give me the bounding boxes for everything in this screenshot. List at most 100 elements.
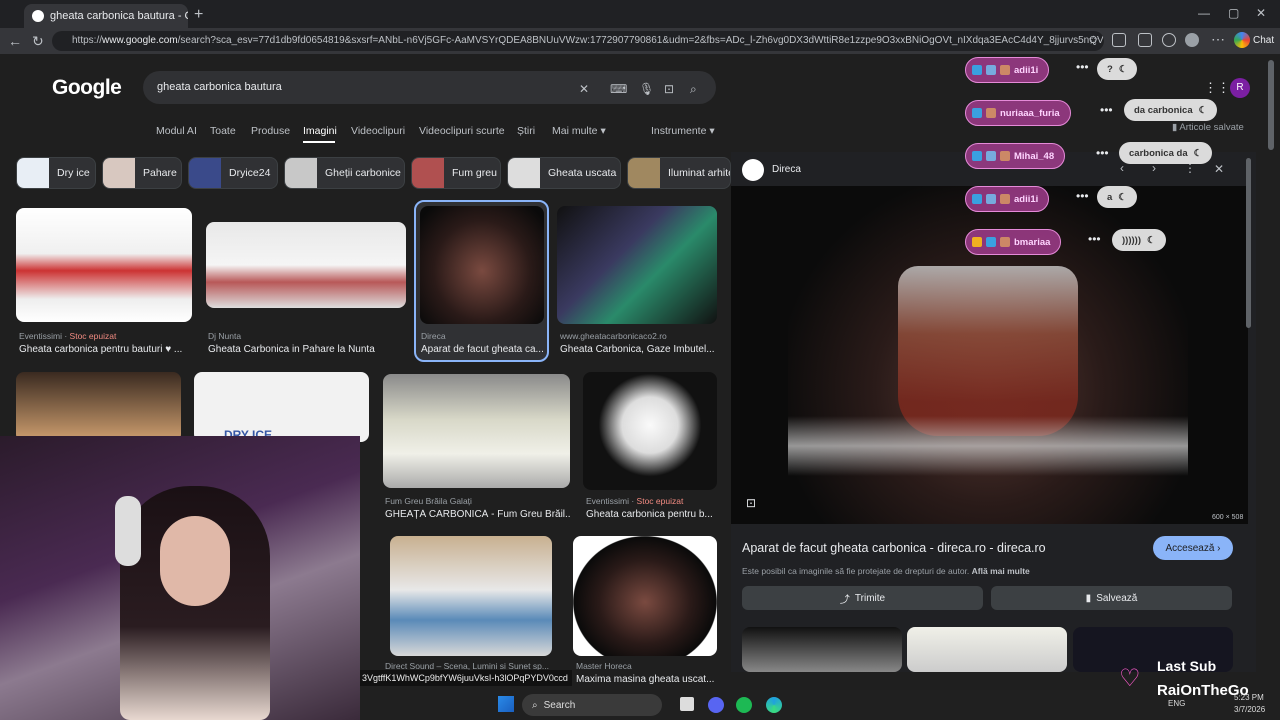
clear-search-icon[interactable]: ✕ [579,82,589,96]
search-icon[interactable]: ⌕ [690,82,697,97]
chip-dryice24[interactable]: Dryice24 [188,157,278,189]
search-box[interactable]: gheata carbonica bautura [143,71,716,104]
panel-title[interactable]: Aparat de facut gheata carbonica - direc… [742,541,1046,555]
visit-button[interactable]: Accesează › [1153,536,1233,560]
panel-source[interactable]: Direca [772,164,801,175]
chip-thumbnail [628,158,660,188]
menu-dots-icon[interactable]: ⋯ [1211,31,1225,48]
result-title-4[interactable]: Gheata Carbonica, Gaze Imbutel... [560,344,715,355]
chevron-right-icon: › [1217,542,1221,554]
profile-avatar[interactable] [1185,33,1199,47]
chip-fum-greu[interactable]: Fum greu [411,157,501,189]
result-image-5[interactable] [16,372,181,442]
stream-ticker: 3VgtffK1WhWCp9bfYW6juuVksI-h3lOPqPYDV0cc… [360,670,572,686]
taskbar-search[interactable]: ⌕ Search [522,694,662,716]
search-input[interactable]: gheata carbonica bautura [157,81,282,93]
tab-news[interactable]: Știri [517,125,535,137]
result-image-10[interactable] [573,536,717,656]
spotify-icon[interactable] [736,697,752,713]
split-screen-icon[interactable] [1162,33,1176,47]
page-scrollbar[interactable] [1268,60,1274,150]
related-image-1[interactable] [742,627,902,672]
account-avatar[interactable]: R [1230,78,1250,98]
result-image-6[interactable]: DRY ICE [194,372,369,442]
tab-all[interactable]: Toate [210,125,236,137]
close-panel-icon[interactable]: ✕ [1214,162,1224,176]
result-image-8[interactable] [583,372,717,490]
result-title-3[interactable]: Aparat de facut gheata ca... [421,344,543,355]
chat-label[interactable]: Chat [1253,35,1274,46]
minimize-icon[interactable]: — [1198,6,1210,20]
save-button[interactable]: ▮ Salvează [991,586,1232,610]
lens-icon[interactable]: ⊡ [664,82,674,96]
result-title-6[interactable]: Gheata carbonica pentru b... [586,509,716,520]
chat-message-3: carbonica da ☾ [1119,142,1213,164]
result-image-1[interactable] [16,208,192,322]
result-title-2[interactable]: Gheata Carbonica in Pahare la Nunta [208,344,398,355]
tab-more[interactable]: Mai multe ▾ [552,125,606,137]
back-icon[interactable]: ← [8,33,22,49]
result-title-1[interactable]: Gheata carbonica pentru bauturi ♥ ... [19,344,189,355]
edge-icon[interactable] [766,697,782,713]
last-sub-name: RaiOnTheGo [1157,682,1249,699]
file-explorer-icon[interactable] [680,697,694,711]
chip-pahare[interactable]: Pahare [102,157,182,189]
chip-iluminat[interactable]: Iluminat arhite [627,157,731,189]
tab-videos[interactable]: Videoclipuri [351,125,405,137]
result-image-3[interactable] [420,206,544,324]
badge-icon [986,65,996,75]
tools-button[interactable]: Instrumente ▾ [651,125,715,137]
address-bar[interactable]: https://www.google.com/search?sca_esv=77… [52,31,1104,51]
result-image-2[interactable] [206,222,406,308]
chip-label: Iluminat arhite [668,167,731,179]
tab-images[interactable]: Imagini [303,125,337,137]
url-domain: www.google.com [102,35,178,46]
copyright-note: Este posibil ca imaginile să fie proteja… [742,566,1030,576]
result-image-7[interactable] [383,374,570,488]
saved-articles-link[interactable]: ▮ Articole salvate [1172,122,1244,133]
extensions-icon[interactable] [1138,33,1152,47]
tab-title: gheata carbonica bautura - Căutar [50,10,188,22]
panel-scrollbar[interactable] [1246,158,1251,328]
moon-icon: ☾ [1118,191,1127,203]
chat-message-4: a ☾ [1097,186,1137,208]
apps-grid-icon[interactable]: ⋮⋮ [1204,80,1230,96]
extension-icon[interactable] [1112,33,1126,47]
copilot-icon[interactable] [1234,32,1250,48]
webcam-overlay [0,436,360,720]
share-button[interactable]: ⤴ Trimite [742,586,983,610]
last-sub-widget: ♡ Last Sub RaiOnTheGo [1113,652,1263,708]
headphones-icon [115,496,141,566]
related-image-2[interactable] [907,627,1067,672]
tab-bar [0,0,1280,28]
discord-icon[interactable] [708,697,724,713]
tab-products[interactable]: Produse [251,125,290,137]
chip-ghetii-carbonice[interactable]: Gheții carbonice [284,157,405,189]
chat-user-5: bmariaa [965,229,1062,255]
result-image-4[interactable] [557,206,717,324]
windows-start-icon[interactable] [498,696,514,712]
new-tab-icon[interactable]: + [194,6,203,24]
chip-dry-ice[interactable]: Dry ice [16,157,96,189]
reload-icon[interactable]: ↻ [32,33,44,50]
maximize-icon[interactable]: ▢ [1228,6,1239,20]
previous-arrow-icon[interactable]: ‹ [1120,161,1124,175]
tab-ai-mode[interactable]: Modul AI [156,125,197,137]
bookmark-star-icon[interactable]: ☆ [1088,33,1099,47]
lens-search-icon[interactable]: ⊡ [746,496,756,510]
chat-message-2: da carbonica ☾ [1124,99,1218,121]
source-favicon-icon [742,159,764,181]
result-source-5: Fum Greu Brăila Galați [385,496,472,506]
chip-gheata-uscata[interactable]: Gheata uscata [507,157,621,189]
result-title-5[interactable]: GHEAȚĂ CARBONICĂ - Fum Greu Brăil... [385,509,570,520]
browser-tab[interactable]: gheata carbonica bautura - Căutar ✕ [24,4,188,28]
result-title-8[interactable]: Maxima masina gheata uscat... [576,674,716,685]
keyboard-icon[interactable]: ⌨ [610,82,627,96]
microphone-icon[interactable]: 🎙 [639,82,654,96]
google-logo[interactable]: Google [52,76,122,100]
result-image-9[interactable] [390,536,552,656]
close-window-icon[interactable]: ✕ [1256,6,1266,20]
moon-icon: ☾ [1193,147,1203,159]
tab-short-videos[interactable]: Videoclipuri scurte [419,125,505,137]
learn-more-link[interactable]: Află mai multe [972,566,1030,576]
